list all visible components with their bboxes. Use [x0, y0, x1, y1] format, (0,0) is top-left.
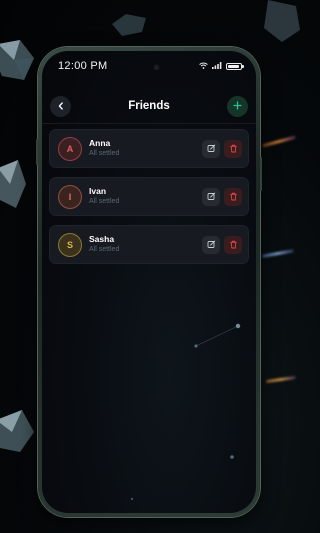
app-screen: 12:00 PM Friends A Anna All settled I Iv… — [42, 51, 256, 513]
crystal-decoration — [262, 0, 300, 42]
crystal-decoration — [0, 38, 36, 84]
light-streak — [265, 375, 297, 384]
constellation-decoration — [130, 323, 241, 501]
crystal-decoration — [112, 14, 148, 36]
phone-frame: 12:00 PM Friends A Anna All settled I Iv… — [36, 47, 262, 517]
crystal-decoration — [0, 410, 36, 454]
power-button — [260, 157, 262, 191]
crystal-decoration — [0, 160, 26, 210]
light-streak — [262, 135, 296, 148]
volume-button — [36, 139, 38, 165]
light-streak — [261, 249, 295, 258]
